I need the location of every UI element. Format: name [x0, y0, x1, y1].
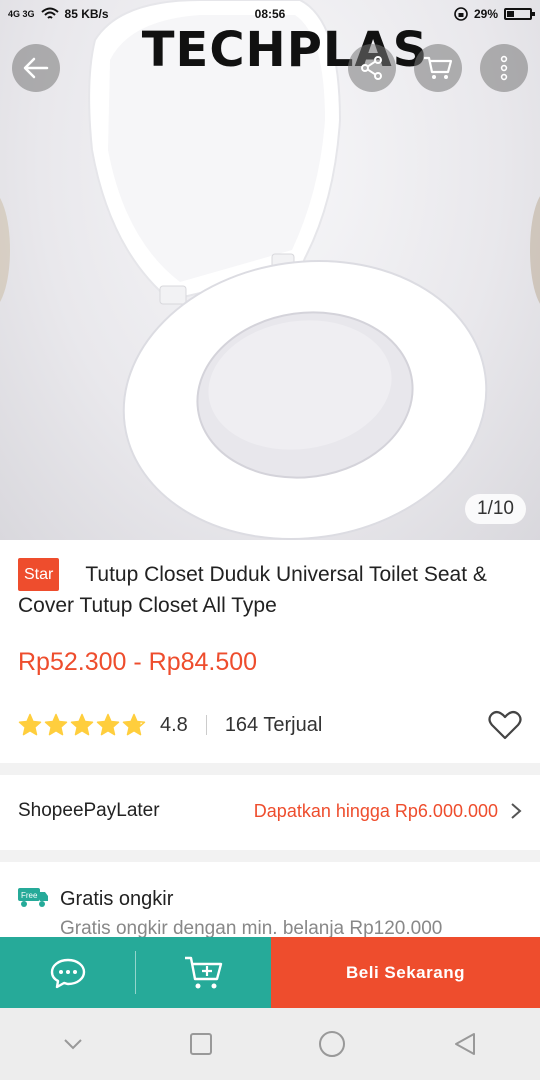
star-icon: [96, 713, 120, 736]
favorite-heart-icon[interactable]: [488, 710, 522, 740]
share-button[interactable]: [348, 44, 396, 92]
product-title-row: Star Tutup Closet Duduk Universal Toilet …: [0, 540, 540, 620]
star-icon: [70, 713, 94, 736]
paylater-name: ShopeePayLater: [18, 800, 160, 821]
sold-count: 164 Terjual: [224, 713, 323, 736]
star-icon: [18, 713, 42, 736]
toilet-seat-photo: [0, 0, 540, 540]
section-separator: [0, 850, 540, 862]
product-title: Tutup Closet Duduk Universal Toilet Seat…: [18, 563, 487, 617]
product-price: Rp52.300 - Rp84.500: [18, 648, 258, 676]
star-icon: [44, 713, 68, 736]
shipping-subtitle: Gratis ongkir dengan min. belanja Rp120.…: [60, 918, 443, 938]
image-counter: 1/10: [465, 494, 526, 524]
buy-now-button[interactable]: Beli Sekarang: [271, 937, 540, 1008]
share-icon: [361, 56, 382, 80]
star-icon: [122, 713, 146, 736]
recents-square-icon[interactable]: [189, 1032, 213, 1056]
paylater-offer: Dapatkan hingga Rp6.000.000: [253, 800, 498, 821]
chat-button[interactable]: [0, 937, 135, 1008]
free-label: Free: [21, 891, 38, 900]
cart-button[interactable]: [414, 44, 462, 92]
rating-value: 4.8: [160, 713, 188, 736]
more-button[interactable]: [480, 44, 528, 92]
chevron-down-icon[interactable]: [62, 1037, 84, 1051]
add-to-cart-button[interactable]: [136, 937, 271, 1008]
section-separator: [0, 763, 540, 775]
bottom-action-bar: Beli Sekarang: [0, 937, 540, 1008]
back-button[interactable]: [12, 44, 60, 92]
rating-row: 4.8 164 Terjual: [18, 708, 522, 742]
cart-icon: [424, 56, 453, 79]
shipping-title: Gratis ongkir: [60, 888, 174, 910]
add-to-cart-icon: [184, 956, 222, 988]
status-bar: 4G 3G 85 KB/s 08:56 29%: [0, 0, 540, 28]
free-shipping-truck-icon: Free: [18, 888, 48, 907]
system-nav-bar: [0, 1008, 540, 1080]
free-shipping-row[interactable]: Free Gratis ongkir Gratis ongkir dengan …: [0, 876, 540, 938]
product-image[interactable]: TECHPLAS 1/10: [0, 0, 540, 540]
back-arrow-icon: [23, 57, 49, 79]
rating-stars: [18, 713, 146, 737]
divider: [205, 715, 207, 735]
product-info: Star Tutup Closet Duduk Universal Toilet …: [0, 540, 540, 740]
chat-icon: [50, 958, 85, 988]
lock-rotation-icon: [454, 7, 468, 21]
back-triangle-icon[interactable]: [452, 1031, 478, 1057]
more-icon: [500, 55, 508, 81]
battery-icon: [504, 8, 535, 20]
battery-percent: 29%: [473, 7, 498, 21]
home-circle-icon[interactable]: [317, 1029, 347, 1059]
chevron-right-icon: [511, 803, 522, 819]
shopeepaylater-row[interactable]: ShopeePayLater Dapatkan hingga Rp6.000.0…: [0, 787, 540, 835]
star-seller-badge: Star: [18, 558, 60, 591]
secondary-actions: [0, 937, 271, 1008]
